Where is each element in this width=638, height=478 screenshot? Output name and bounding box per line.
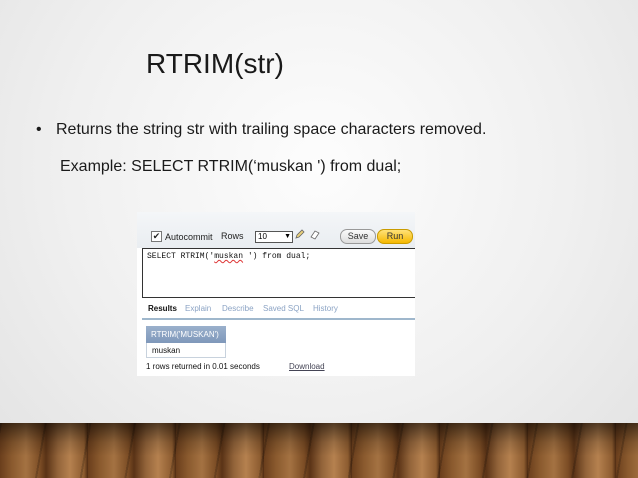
slide-background: RTRIM(str) • Returns the string str with … — [0, 0, 638, 478]
sql-editor[interactable]: SELECT RTRIM('muskan ') from dual; — [142, 248, 415, 298]
sql-toolbar: ✔ Autocommit Rows 10 ▼ Save Run — [137, 212, 415, 248]
sql-editor-text: SELECT RTRIM('muskan ') from dual; — [147, 252, 310, 261]
chevron-down-icon: ▼ — [284, 233, 291, 240]
download-link[interactable]: Download — [289, 362, 325, 371]
tab-describe[interactable]: Describe — [222, 304, 254, 313]
tab-history[interactable]: History — [313, 304, 338, 313]
rows-select[interactable]: 10 ▼ — [255, 231, 293, 243]
pencil-icon[interactable] — [294, 228, 306, 243]
run-button[interactable]: Run — [377, 229, 413, 244]
rows-value: 10 — [258, 232, 267, 241]
sql-text-end: ') from dual; — [243, 252, 311, 261]
tab-results[interactable]: Results — [148, 304, 177, 313]
tab-explain[interactable]: Explain — [185, 304, 211, 313]
wood-floor-decoration — [0, 423, 638, 478]
slide-title: RTRIM(str) — [146, 48, 284, 79]
sql-tool-screenshot: ✔ Autocommit Rows 10 ▼ Save Run SELECT R… — [137, 212, 415, 376]
tab-saved-sql[interactable]: Saved SQL — [263, 304, 304, 313]
result-column-header: RTRIM('MUSKAN') — [146, 326, 226, 343]
autocommit-checkbox[interactable]: ✔ — [151, 231, 162, 242]
rows-label: Rows — [221, 231, 244, 241]
bullet-marker: • — [36, 121, 42, 138]
result-tabs: Results Explain Describe Saved SQL Histo… — [142, 300, 415, 320]
result-cell: muskan — [146, 343, 226, 358]
bullet-item: • Returns the string str with trailing sp… — [36, 121, 486, 139]
eraser-icon[interactable] — [309, 228, 321, 243]
sql-text-spellcheck: muskan — [214, 252, 244, 261]
sql-text-start: SELECT RTRIM(' — [147, 252, 215, 261]
status-text: 1 rows returned in 0.01 seconds — [146, 362, 260, 371]
bullet-text: Returns the string str with trailing spa… — [56, 121, 487, 138]
autocommit-label: Autocommit — [165, 232, 213, 242]
save-button[interactable]: Save — [340, 229, 376, 244]
example-text: Example: SELECT RTRIM(‘muskan ') from du… — [60, 158, 402, 175]
